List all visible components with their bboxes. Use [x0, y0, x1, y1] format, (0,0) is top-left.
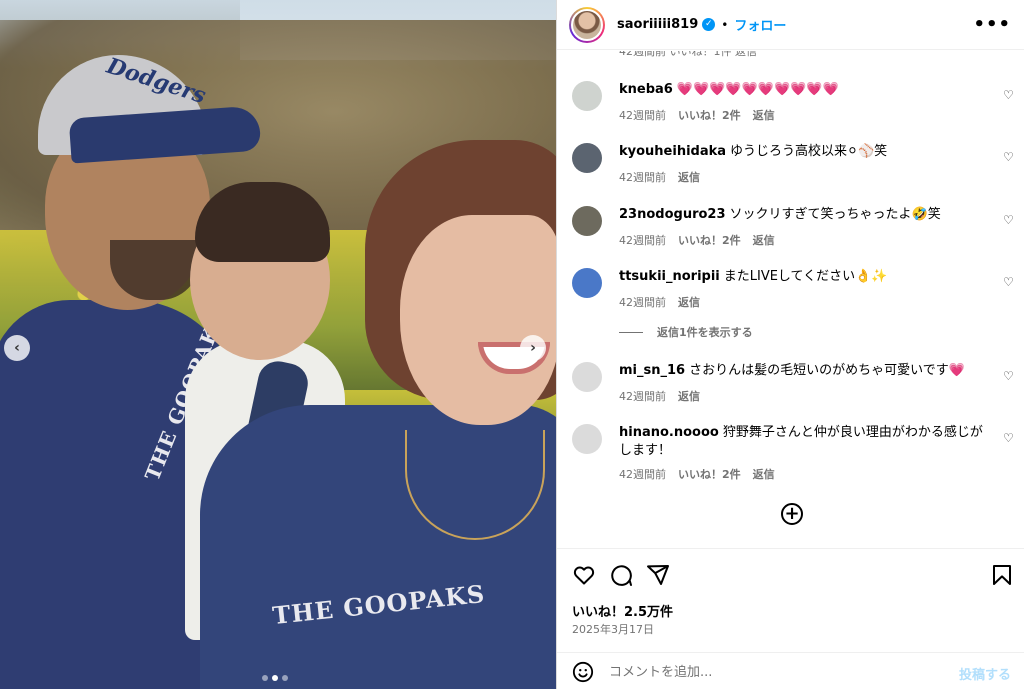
comment-time[interactable]: 42週間前	[619, 107, 666, 123]
comment-likes[interactable]: いいね！2件	[678, 232, 741, 248]
reply-button[interactable]: 返信	[753, 466, 775, 482]
more-options-icon[interactable]: •••	[973, 14, 1011, 35]
like-comment-heart-icon[interactable]: ♡	[1003, 214, 1015, 226]
carousel-next-button[interactable]: ›	[520, 335, 546, 361]
share-send-icon[interactable]	[646, 563, 670, 587]
commenter-username[interactable]: mi_sn_16	[619, 363, 685, 378]
clipped-comment-meta: 42週間前 いいね！1件 返信	[619, 51, 757, 58]
woman-face	[400, 215, 556, 425]
comment-text: さおりんは髪の毛短いのがめちゃ可愛いです💗	[689, 363, 965, 378]
like-comment-heart-icon[interactable]: ♡	[1003, 432, 1015, 444]
commenter-avatar[interactable]	[572, 424, 602, 454]
comment-time[interactable]: 42週間前	[619, 232, 666, 248]
reply-button[interactable]: 返信	[753, 232, 775, 248]
like-comment-heart-icon[interactable]: ♡	[1003, 89, 1015, 101]
comment-time[interactable]: 42週間前	[619, 169, 666, 185]
comment-time[interactable]: 42週間前	[619, 294, 666, 310]
commenter-username[interactable]: hinano.noooo	[619, 425, 719, 440]
emoji-icon[interactable]	[572, 661, 594, 683]
load-more-comments-icon[interactable]: +	[781, 503, 803, 525]
commenter-avatar[interactable]	[572, 206, 602, 236]
comment-likes[interactable]: いいね！2件	[678, 107, 741, 123]
author-username[interactable]: saoriiiii819	[617, 17, 698, 32]
commenter-username[interactable]: 23nodoguro23	[619, 207, 726, 222]
reply-button[interactable]: 返信	[678, 169, 700, 185]
replies-divider	[619, 331, 643, 333]
comment-input[interactable]	[609, 661, 939, 683]
post-comment-button[interactable]: 投稿する	[959, 664, 1011, 683]
commenter-username[interactable]: kneba6	[619, 82, 673, 97]
commenter-username[interactable]: ttsukii_noripii	[619, 269, 720, 284]
comment-text: またLIVEしてください👌✨	[723, 269, 888, 284]
commenter-avatar[interactable]	[572, 81, 602, 111]
like-heart-icon[interactable]	[572, 563, 596, 587]
post-photo[interactable]: THE GOOPAKS Dodgers THE GOOPAKS ‹ ›	[0, 0, 556, 689]
comment-text: ゆうじろう高校以来⚪⚾笑	[730, 144, 888, 159]
comment-text: ソックリすぎて笑っちゃったよ🤣笑	[729, 207, 941, 222]
like-comment-heart-icon[interactable]: ♡	[1003, 370, 1015, 382]
like-comment-heart-icon[interactable]: ♡	[1003, 276, 1015, 288]
verified-badge-icon: ✓	[702, 18, 716, 31]
post-header: saoriiiii819 ✓ • フォロー •••	[557, 0, 1024, 50]
reply-button[interactable]: 返信	[753, 107, 775, 123]
bookmark-save-icon[interactable]	[990, 563, 1014, 587]
reply-button[interactable]: 返信	[678, 294, 700, 310]
like-comment-heart-icon[interactable]: ♡	[1003, 151, 1015, 163]
baby-hair	[195, 182, 330, 262]
carousel-dot-active	[272, 675, 278, 681]
comment-time[interactable]: 42週間前	[619, 466, 666, 482]
comment-composer: 投稿する	[557, 652, 1024, 689]
commenter-username[interactable]: kyouheihidaka	[619, 144, 726, 159]
view-replies-label: 返信1件を表示する	[657, 326, 753, 339]
comments-list[interactable]: 42週間前 いいね！1件 返信 kneba6 💗💗💗💗💗💗💗💗💗💗 42週間前 いい…	[557, 51, 1024, 548]
comment-time[interactable]: 42週間前	[619, 388, 666, 404]
commenter-avatar[interactable]	[572, 143, 602, 173]
reply-button[interactable]: 返信	[678, 388, 700, 404]
comment-bubble-icon[interactable]	[609, 563, 633, 587]
header-separator: •	[721, 17, 729, 32]
post-actions: いいね！2.5万件 2025年3月17日	[557, 548, 1024, 652]
follow-button[interactable]: フォロー	[734, 15, 786, 34]
likes-count[interactable]: いいね！2.5万件	[572, 601, 673, 620]
post-side-panel: saoriiiii819 ✓ • フォロー ••• 42週間前 いいね！1件 返…	[556, 0, 1024, 689]
carousel-dot	[282, 675, 288, 681]
comment-likes[interactable]: いいね！2件	[678, 466, 741, 482]
commenter-avatar[interactable]	[572, 268, 602, 298]
comment-text: 💗💗💗💗💗💗💗💗💗💗	[676, 82, 839, 97]
carousel-prev-button[interactable]: ‹	[4, 335, 30, 361]
carousel-dot	[262, 675, 268, 681]
commenter-avatar[interactable]	[572, 362, 602, 392]
carousel-indicator	[262, 675, 288, 681]
view-replies-button[interactable]: 返信1件を表示する	[619, 324, 753, 340]
author-avatar[interactable]	[569, 6, 605, 43]
post-date[interactable]: 2025年3月17日	[572, 621, 654, 637]
